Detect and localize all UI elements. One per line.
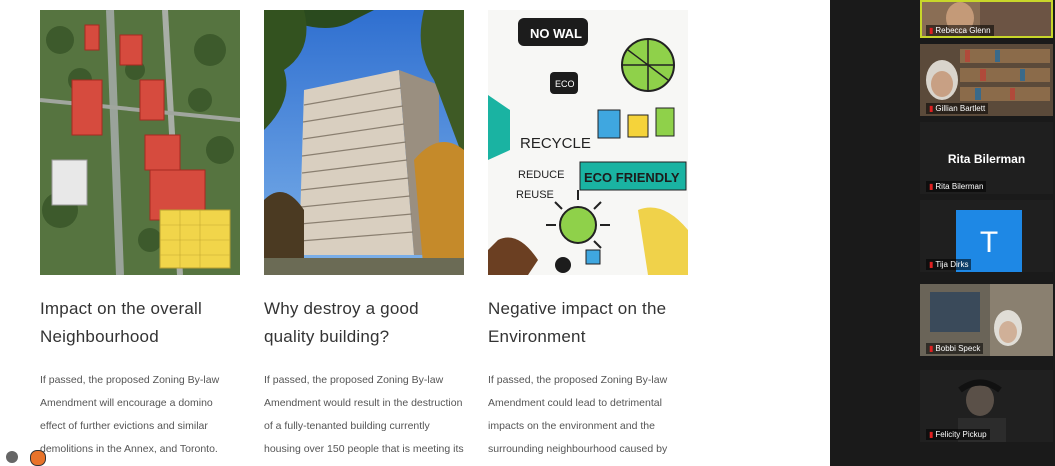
card-environment: NO WAL ECO RECYCLE REDUCE REUSE ECO FRIE… [488, 10, 688, 461]
participant-tile[interactable]: ▮ Gillian Bartlett [920, 44, 1053, 116]
participant-name-label: ▮ Rita Bilerman [926, 181, 987, 192]
mic-muted-icon: ▮ [929, 104, 934, 113]
poster-word: RECYCLE [520, 135, 591, 152]
aerial-neighbourhood-image [40, 10, 240, 275]
poster-word: ECO [555, 79, 575, 89]
participant-name-label: ▮ Tija Dirks [926, 259, 972, 270]
annotate-icon[interactable] [30, 450, 46, 466]
card-body: If passed, the proposed Zoning By-law Am… [40, 374, 220, 455]
card-title: Impact on the overall Neighbourhood [40, 299, 203, 346]
card-neighbourhood: Impact on the overall Neighbourhood If p… [40, 10, 240, 461]
apartment-building-image [264, 10, 464, 275]
eco-friendly-poster-image: NO WAL ECO RECYCLE REDUCE REUSE ECO FRIE… [488, 10, 688, 275]
participant-name-label: ▮ Bobbi Speck [926, 343, 984, 354]
participant-name-label: ▮ Felicity Pickup [926, 429, 990, 440]
card-body: If passed, the proposed Zoning By-law Am… [264, 374, 464, 455]
poster-word: ECO FRIENDLY [584, 170, 680, 185]
mic-muted-icon: ▮ [929, 26, 934, 35]
mic-muted-icon: ▮ [929, 344, 934, 353]
share-controls [0, 448, 60, 466]
card-good-building: Why destroy a good quality building? If … [264, 10, 464, 466]
shared-screen: Impact on the overall Neighbourhood If p… [0, 0, 830, 466]
participant-tile[interactable]: ▮ Rebecca Glenn [920, 0, 1053, 38]
pointer-icon[interactable] [6, 451, 18, 463]
poster-word: REDUCE [518, 169, 564, 181]
participant-tile[interactable]: Rita Bilerman ▮ Rita Bilerman [920, 122, 1053, 194]
participant-display-name: Rita Bilerman [947, 152, 1026, 166]
poster-word: REUSE [516, 189, 554, 201]
participant-name-label: ▮ Gillian Bartlett [926, 103, 989, 114]
participant-name-label: ▮ Rebecca Glenn [926, 25, 994, 36]
participant-tile[interactable]: ▮ Felicity Pickup [920, 370, 1053, 442]
mic-muted-icon: ▮ [929, 260, 934, 269]
mic-muted-icon: ▮ [929, 430, 934, 439]
participant-gallery: ▮ Rebecca Glenn ▮ Gillian Bartlett Rita Bi… [918, 0, 1055, 466]
card-title: Why destroy a good quality building? [264, 299, 419, 346]
card-title: Negative impact on the Environment [488, 299, 667, 346]
card-body: If passed, the proposed Zoning By-law Am… [488, 374, 668, 455]
poster-word: NO WAL [530, 26, 582, 41]
participant-tile[interactable]: ▮ Bobbi Speck [920, 284, 1053, 356]
screen-divider [830, 0, 918, 466]
participant-tile[interactable]: T ▮ Tija Dirks [920, 200, 1053, 272]
mic-muted-icon: ▮ [929, 182, 934, 191]
